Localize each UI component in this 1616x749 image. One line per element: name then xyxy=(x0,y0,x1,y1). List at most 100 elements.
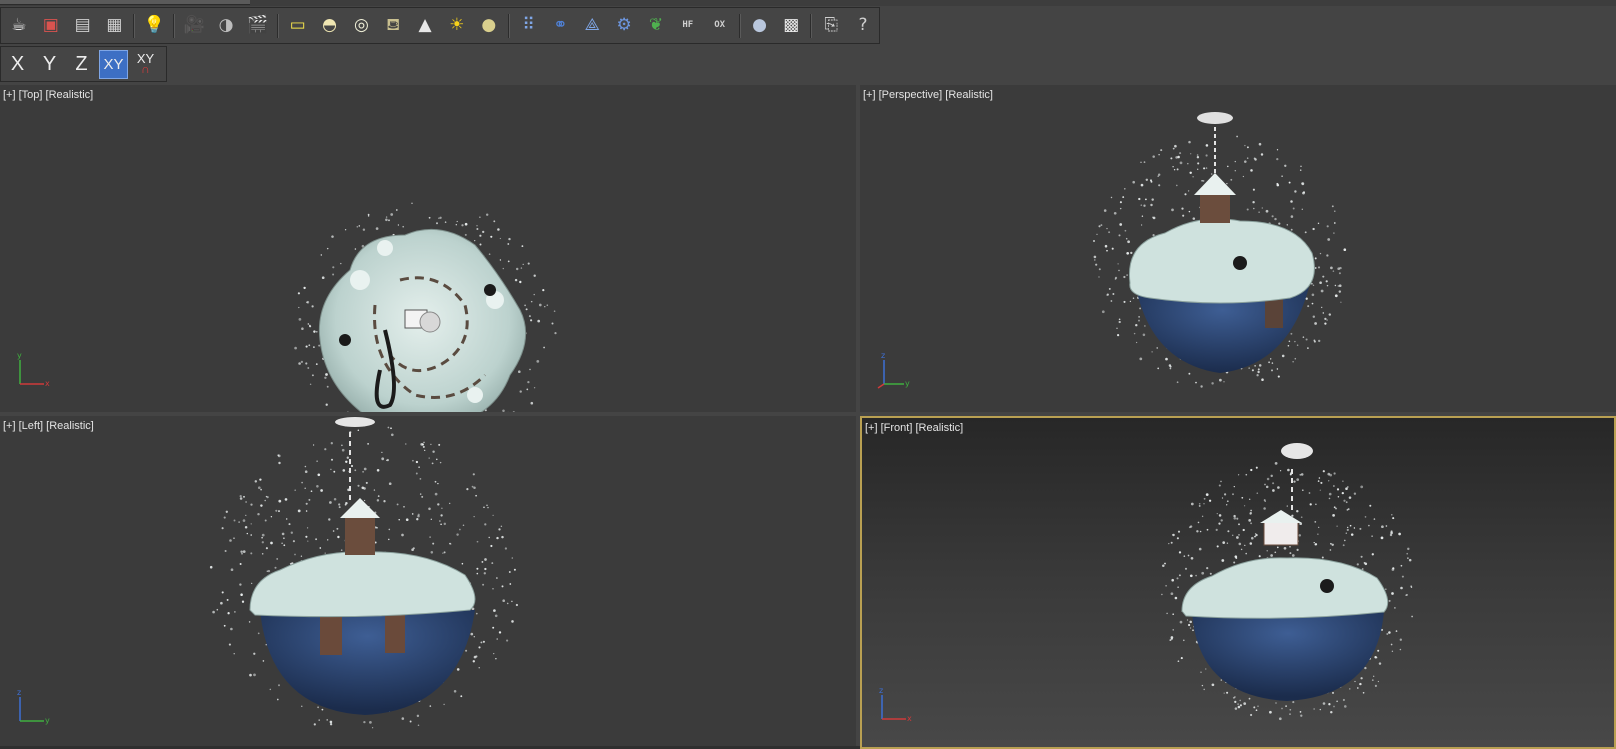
render-preset-button[interactable]: ⎘ xyxy=(817,12,845,40)
grid-array-button[interactable]: ⠿ xyxy=(515,12,543,40)
render-preset-icon: ⎘ xyxy=(824,15,838,35)
dome-button[interactable]: ◓ xyxy=(316,12,344,40)
toolbar-separator xyxy=(276,13,279,38)
viewport-view-menu[interactable]: [Top] xyxy=(19,89,43,101)
top-view-scene xyxy=(294,202,557,412)
gear-icon: ⚙ xyxy=(616,15,632,35)
material-sphere-button[interactable]: ● xyxy=(746,12,774,40)
viewport-left[interactable]: [+] [Left] [Realistic] z y xyxy=(0,416,856,749)
viewport-shading-menu[interactable]: [Realistic] xyxy=(945,89,993,101)
viewport-label: [+] [Perspective] [Realistic] xyxy=(863,89,993,101)
material-editor-icon: ▤ xyxy=(74,15,91,35)
viewport-plus-menu[interactable]: [+] xyxy=(3,89,16,101)
sphere-light-button[interactable]: ● xyxy=(475,12,503,40)
ring-button[interactable]: ◎ xyxy=(347,12,375,40)
material-editor-button[interactable]: ▤ xyxy=(69,12,97,40)
grid-array-icon: ⠿ xyxy=(522,15,535,35)
teapot-object-icon: ⛾ xyxy=(386,15,401,35)
axis-gizmo: z x xyxy=(879,686,912,723)
island-snow-cap xyxy=(1128,218,1315,304)
front-view-scene xyxy=(1161,443,1413,721)
gizmo-axis-2: x xyxy=(907,714,912,723)
grass-button[interactable]: ❦ xyxy=(642,12,670,40)
gizmo-axis-1: z xyxy=(17,688,21,697)
sound-button[interactable]: ◑ xyxy=(212,12,240,40)
teapot-button[interactable]: ☕ xyxy=(5,12,33,40)
render-setup-button[interactable]: 🎬 xyxy=(244,12,272,40)
toolbar-separator xyxy=(810,13,813,38)
toolbar-separator xyxy=(173,13,176,38)
viewport-plus-menu[interactable]: [+] xyxy=(865,422,878,434)
axis-gizmo: z y xyxy=(877,351,910,389)
axis-xy-button[interactable]: XY xyxy=(99,49,128,79)
plane-button[interactable]: ▭ xyxy=(284,12,312,40)
pyramid-icon: ⟁ xyxy=(584,15,600,35)
camera-icon: 🎥 xyxy=(183,15,205,35)
ring-icon: ◎ xyxy=(353,15,369,35)
viewport-plus-menu[interactable]: [+] xyxy=(863,89,876,101)
render-setup-icon: 🎬 xyxy=(247,15,269,35)
toolbar-separator xyxy=(738,13,741,38)
gizmo-axis-2: y xyxy=(905,379,910,388)
title-tab-strip xyxy=(0,0,1616,6)
axis-gizmo: y x xyxy=(17,351,50,388)
gizmo-axis-1: z xyxy=(879,686,883,695)
perspective-view-scene xyxy=(1093,112,1347,388)
viewport-label: [+] [Front] [Realistic] xyxy=(865,422,963,434)
dome-icon: ◓ xyxy=(322,15,337,35)
axis-y-button[interactable]: Y xyxy=(35,50,64,79)
cone-button[interactable]: ▲ xyxy=(411,12,439,40)
ox-shell-icon: OX xyxy=(714,20,726,30)
molecule-icon: ⚭ xyxy=(553,15,568,35)
sun-icon: ☀ xyxy=(449,15,465,35)
viewport-view-menu[interactable]: [Perspective] xyxy=(879,89,943,101)
axis-x-button[interactable]: X xyxy=(3,50,32,79)
checker-map-button[interactable]: ▩ xyxy=(777,12,805,40)
gizmo-axis-1: y xyxy=(17,351,22,360)
schematic-view-button[interactable]: ▦ xyxy=(101,12,129,40)
island-snow-cap xyxy=(1181,557,1389,619)
axis-xy-snap-button[interactable]: XY ∩ xyxy=(131,50,160,79)
molecule-button[interactable]: ⚭ xyxy=(547,12,575,40)
help-button[interactable]: ? xyxy=(849,12,877,40)
schematic-view-icon: ▦ xyxy=(106,15,123,35)
teapot-object-button[interactable]: ⛾ xyxy=(379,12,407,40)
help-icon: ? xyxy=(858,15,868,35)
gear-button[interactable]: ⚙ xyxy=(610,12,638,40)
window-tab[interactable] xyxy=(0,0,250,5)
sun-button[interactable]: ☀ xyxy=(443,12,471,40)
viewport-shading-menu[interactable]: [Realistic] xyxy=(46,89,94,101)
magnet-icon: ∩ xyxy=(141,62,150,76)
viewport-perspective[interactable]: [+] [Perspective] [Realistic] z y xyxy=(860,85,1616,412)
toolbar-separator xyxy=(133,13,136,38)
plane-icon: ▭ xyxy=(289,15,306,35)
gizmo-axis-1: z xyxy=(881,351,885,360)
cone-icon: ▲ xyxy=(418,15,432,35)
viewport-plus-menu[interactable]: [+] xyxy=(3,420,16,432)
viewport-label: [+] [Left] [Realistic] xyxy=(3,420,94,432)
main-toolbar: ☕ ▣ ▤ ▦ 💡 🎥 ◑ 🎬 ▭ ◓ ◎ ⛾ ▲ ☀ ● ⠿ ⚭ ⟁ ⚙ ❦ HF OX ● ▩ ⎘? xyxy=(0,7,880,44)
camera-button[interactable]: 🎥 xyxy=(180,12,208,40)
left-view-scene xyxy=(209,417,519,729)
ox-shell-button[interactable]: OX xyxy=(706,12,734,40)
material-sphere-icon: ● xyxy=(752,15,767,35)
hair-fur-button[interactable]: HF xyxy=(674,12,702,40)
gizmo-axis-2: x xyxy=(45,379,50,388)
hair-fur-icon: HF xyxy=(682,20,694,30)
gizmo-axis-2: y xyxy=(45,716,50,725)
checker-map-icon: ▩ xyxy=(783,15,800,35)
viewport-view-menu[interactable]: [Front] xyxy=(881,422,913,434)
viewport-view-menu[interactable]: [Left] xyxy=(19,420,43,432)
viewport-label: [+] [Top] [Realistic] xyxy=(3,89,93,101)
viewport-top[interactable]: [+] [Top] [Realistic] y x xyxy=(0,85,856,412)
viewport-shading-menu[interactable]: [Realistic] xyxy=(915,422,963,434)
viewport-shading-menu[interactable]: [Realistic] xyxy=(46,420,94,432)
axis-constraints-toolbar: X Y Z XY XY ∩ xyxy=(0,46,167,82)
axis-z-button[interactable]: Z xyxy=(67,50,96,79)
island-snow-cap xyxy=(249,551,476,618)
sphere-light-icon: ● xyxy=(481,15,497,35)
render-frame-button[interactable]: ▣ xyxy=(37,12,65,40)
light-lister-button[interactable]: 💡 xyxy=(140,12,168,40)
pyramid-button[interactable]: ⟁ xyxy=(578,12,606,40)
viewport-front[interactable]: [+] [Front] [Realistic] z x xyxy=(860,416,1616,749)
